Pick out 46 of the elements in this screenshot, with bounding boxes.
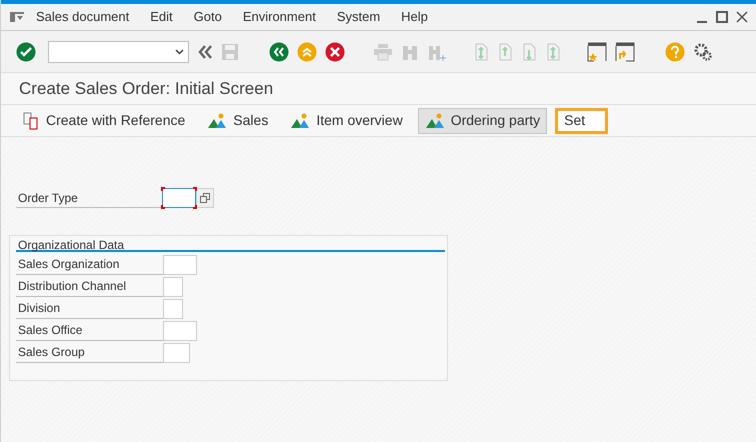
first-page-icon[interactable] — [473, 42, 489, 62]
help-icon[interactable] — [665, 42, 685, 62]
toolbar-button[interactable]: Sales — [200, 108, 276, 134]
save-icon[interactable] — [221, 42, 239, 60]
screen-title: Create Sales Order: Initial Screen — [19, 78, 274, 100]
toolbar-button[interactable]: Ordering party — [418, 108, 548, 134]
panel-title: Organizational Data — [16, 236, 445, 252]
copy-icon — [200, 193, 210, 203]
caret-icon — [175, 48, 184, 54]
field-label: Order Type — [16, 188, 162, 208]
up-icon[interactable] — [297, 42, 317, 62]
back-icon[interactable] — [269, 42, 289, 62]
mountain-icon — [290, 112, 310, 128]
toolbar-button[interactable]: Set — [555, 108, 608, 134]
confirm-icon[interactable] — [16, 42, 36, 62]
input-field[interactable] — [163, 255, 197, 275]
maximize-icon[interactable] — [716, 11, 728, 23]
menu-item[interactable]: Edit — [150, 7, 173, 27]
new-window-icon[interactable] — [587, 42, 607, 62]
previous-page-icon[interactable] — [497, 42, 513, 62]
toolbar-button[interactable]: Create with Reference — [15, 108, 192, 134]
order-type-field[interactable] — [162, 188, 196, 208]
value-help-button[interactable] — [196, 188, 214, 208]
toolbar-button[interactable]: Item overview — [283, 108, 410, 134]
last-page-icon[interactable] — [545, 42, 561, 62]
input-field[interactable] — [163, 277, 183, 297]
shortcut-window-icon[interactable] — [615, 42, 635, 62]
next-page-icon[interactable] — [521, 42, 537, 62]
cancel-icon[interactable] — [325, 42, 345, 62]
menu-item[interactable]: Help — [401, 7, 428, 27]
printer-icon[interactable] — [373, 42, 393, 60]
menu-item[interactable]: Goto — [194, 7, 222, 27]
menu-item[interactable]: System — [336, 7, 380, 27]
close-icon[interactable] — [736, 11, 748, 23]
input-field[interactable] — [163, 321, 197, 341]
settings-icon[interactable] — [693, 42, 713, 62]
menu-item[interactable]: Sales document — [36, 7, 130, 27]
command-field[interactable] — [48, 40, 189, 62]
menu-item[interactable]: Environment — [242, 7, 316, 27]
mountain-icon — [424, 112, 445, 128]
input-field[interactable] — [163, 343, 190, 363]
menu-icon[interactable] — [9, 11, 25, 23]
input-field[interactable] — [163, 299, 183, 319]
mountain-icon — [207, 112, 228, 128]
copy-document-icon — [22, 112, 40, 130]
collapse-icon[interactable] — [197, 44, 213, 60]
